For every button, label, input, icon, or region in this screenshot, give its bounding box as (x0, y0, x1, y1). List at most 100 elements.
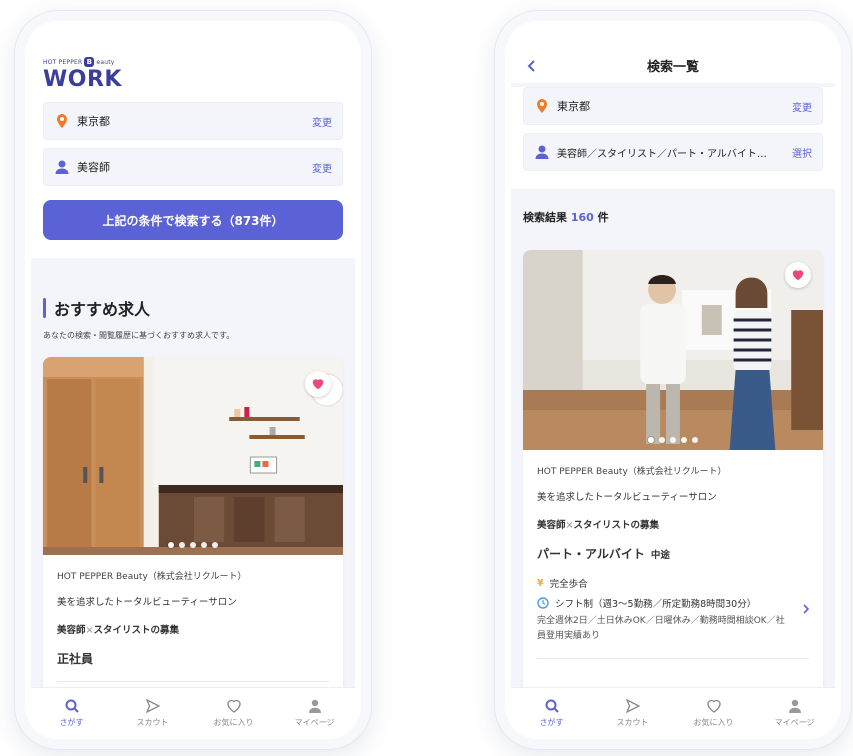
location-condition[interactable]: 東京都 変更 (43, 102, 343, 140)
tab-mypage-label: マイページ (774, 717, 815, 727)
carousel-dot[interactable] (692, 437, 698, 443)
heart-icon (312, 379, 324, 390)
occupation-condition[interactable]: 美容師 変更 (43, 148, 343, 186)
logo-hotpepper: HOT PEPPER B eauty (43, 23, 343, 67)
carousel-dot[interactable] (179, 542, 185, 548)
tab-favorites-label: お気に入り (213, 717, 254, 727)
shift-text: シフト制（週3〜5勤務／所定勤務8時間30分） (555, 599, 757, 610)
employment-type: 正社員 (57, 652, 94, 666)
search-submit-button[interactable]: 上記の条件で検索する（873件） (43, 200, 343, 240)
occupation-change-link[interactable]: 変更 (312, 160, 332, 175)
location-label: 東京都 (557, 100, 590, 113)
tab-favorites-label: お気に入り (693, 717, 734, 727)
search-icon (65, 699, 79, 713)
carousel-dots[interactable] (43, 542, 343, 548)
holiday-detail: 完全週休2日／土日休みOK／日曜休み／勤務時間相談OK／社員登用実績あり (537, 616, 785, 641)
tab-scout[interactable]: スカウト (603, 698, 663, 728)
carousel-dot[interactable] (648, 437, 654, 443)
location-label: 東京都 (77, 115, 110, 128)
carousel-dot[interactable] (201, 542, 207, 548)
company-name: HOT PEPPER Beauty（株式会社リクルート） (537, 467, 727, 477)
result-count: 検索結果 160 件 (523, 209, 823, 225)
heart-icon (226, 699, 241, 713)
carousel-dot[interactable] (212, 542, 218, 548)
tab-search[interactable]: さがす (522, 698, 582, 728)
location-change-link[interactable]: 変更 (792, 99, 812, 114)
map-pin-icon (537, 99, 547, 113)
job-card[interactable]: HOT PEPPER Beauty（株式会社リクルート） 美を追求したトータルビ… (523, 250, 823, 720)
tab-search-label: さがす (539, 717, 564, 727)
carousel-dot[interactable] (168, 542, 174, 548)
bottom-tab-bar: さがす スカウト お気に入り マイページ (511, 687, 835, 737)
job-title-b: スタイリストの募集 (573, 520, 659, 531)
tab-scout-label: スカウト (616, 717, 649, 727)
job-card[interactable]: HOT PEPPER Beauty（株式会社リクルート） 美を追求したトータルビ… (43, 357, 343, 717)
phone-left: HOT PEPPER B eauty WORK 東京都 変更 美容師 変更 上記… (14, 10, 372, 750)
carousel-dots[interactable] (523, 437, 823, 443)
result-suffix: 件 (597, 211, 609, 224)
person-icon (535, 145, 549, 159)
catchphrase: 美を追求したトータルビューティーサロン (537, 492, 717, 503)
tab-scout[interactable]: スカウト (123, 698, 183, 728)
carousel-dot[interactable] (659, 437, 665, 443)
logo-work: WORK (43, 67, 122, 92)
send-icon (625, 698, 640, 713)
employment-sub: 中途 (650, 550, 670, 561)
tab-favorites[interactable]: お気に入り (684, 698, 744, 728)
favorite-button[interactable] (305, 371, 331, 397)
favorite-button[interactable] (785, 262, 811, 288)
job-card-body: HOT PEPPER Beauty（株式会社リクルート） 美を追求したトータルビ… (43, 555, 343, 696)
section-title-text: おすすめ求人 (54, 300, 151, 319)
location-condition[interactable]: 東京都 変更 (523, 87, 823, 125)
tab-favorites[interactable]: お気に入り (204, 698, 264, 728)
recommended-section-title: おすすめ求人 (43, 296, 343, 320)
location-change-link[interactable]: 変更 (312, 114, 332, 129)
back-arrow-icon[interactable] (525, 59, 539, 73)
job-title-b: スタイリストの募集 (93, 625, 179, 636)
screen-right: 検索一覧 東京都 変更 美容師／スタイリスト／パート・アルバイト… 選択 検索結… (511, 23, 835, 737)
user-icon (788, 699, 801, 713)
tab-search[interactable]: さがす (42, 698, 102, 728)
tab-search-label: さがす (59, 717, 84, 727)
tab-mypage-label: マイページ (294, 717, 335, 727)
job-photo[interactable] (43, 357, 343, 555)
map-pin-icon (57, 114, 67, 128)
salary-row: ¥ 完全歩合 (537, 576, 809, 591)
shift-row: シフト制（週3〜5勤務／所定勤務8時間30分） (537, 596, 809, 610)
catchphrase: 美を追求したトータルビューティーサロン (57, 597, 237, 608)
person-icon (55, 160, 69, 174)
salon-interior-image (43, 357, 343, 555)
occupation-condition[interactable]: 美容師／スタイリスト／パート・アルバイト… 選択 (523, 133, 823, 171)
yen-icon: ¥ (537, 577, 544, 589)
occupation-label: 美容師 (77, 161, 110, 174)
screen-left: HOT PEPPER B eauty WORK 東京都 変更 美容師 変更 上記… (31, 23, 355, 737)
search-header: HOT PEPPER B eauty WORK 東京都 変更 美容師 変更 上記… (31, 23, 355, 258)
chevron-right-icon[interactable] (801, 604, 811, 614)
tab-scout-label: スカウト (136, 717, 169, 727)
carousel-dot[interactable] (190, 542, 196, 548)
search-icon (545, 699, 559, 713)
logo-b-mark: B (84, 57, 95, 67)
section-subtitle: あなたの検索・閲覧履歴に基づくおすすめ求人です。 (43, 331, 235, 340)
logo-small-text: HOT PEPPER (43, 58, 83, 66)
stylists-photo-image (523, 250, 823, 450)
nav-title: 検索一覧 (646, 60, 699, 75)
tab-mypage[interactable]: マイページ (285, 698, 345, 728)
job-photo[interactable] (523, 250, 823, 450)
card-divider (57, 681, 329, 682)
card-divider (537, 658, 809, 659)
occupation-select-link[interactable]: 選択 (792, 145, 812, 160)
job-title-a: 美容師 (57, 625, 86, 636)
send-icon (145, 698, 160, 713)
employment-type: パート・アルバイト 中途 (537, 545, 809, 562)
carousel-dot[interactable] (681, 437, 687, 443)
result-prefix: 検索結果 (523, 211, 567, 224)
tab-mypage[interactable]: マイページ (765, 698, 825, 728)
search-conditions: 東京都 変更 美容師／スタイリスト／パート・アルバイト… 選択 (511, 87, 835, 189)
occupation-label: 美容師／スタイリスト／パート・アルバイト… (557, 148, 767, 160)
carousel-dot[interactable] (670, 437, 676, 443)
heart-icon (792, 270, 804, 281)
logo-small-suffix: eauty (96, 58, 115, 66)
bottom-tab-bar: さがす スカウト お気に入り マイページ (31, 687, 355, 737)
clock-icon (537, 597, 549, 609)
